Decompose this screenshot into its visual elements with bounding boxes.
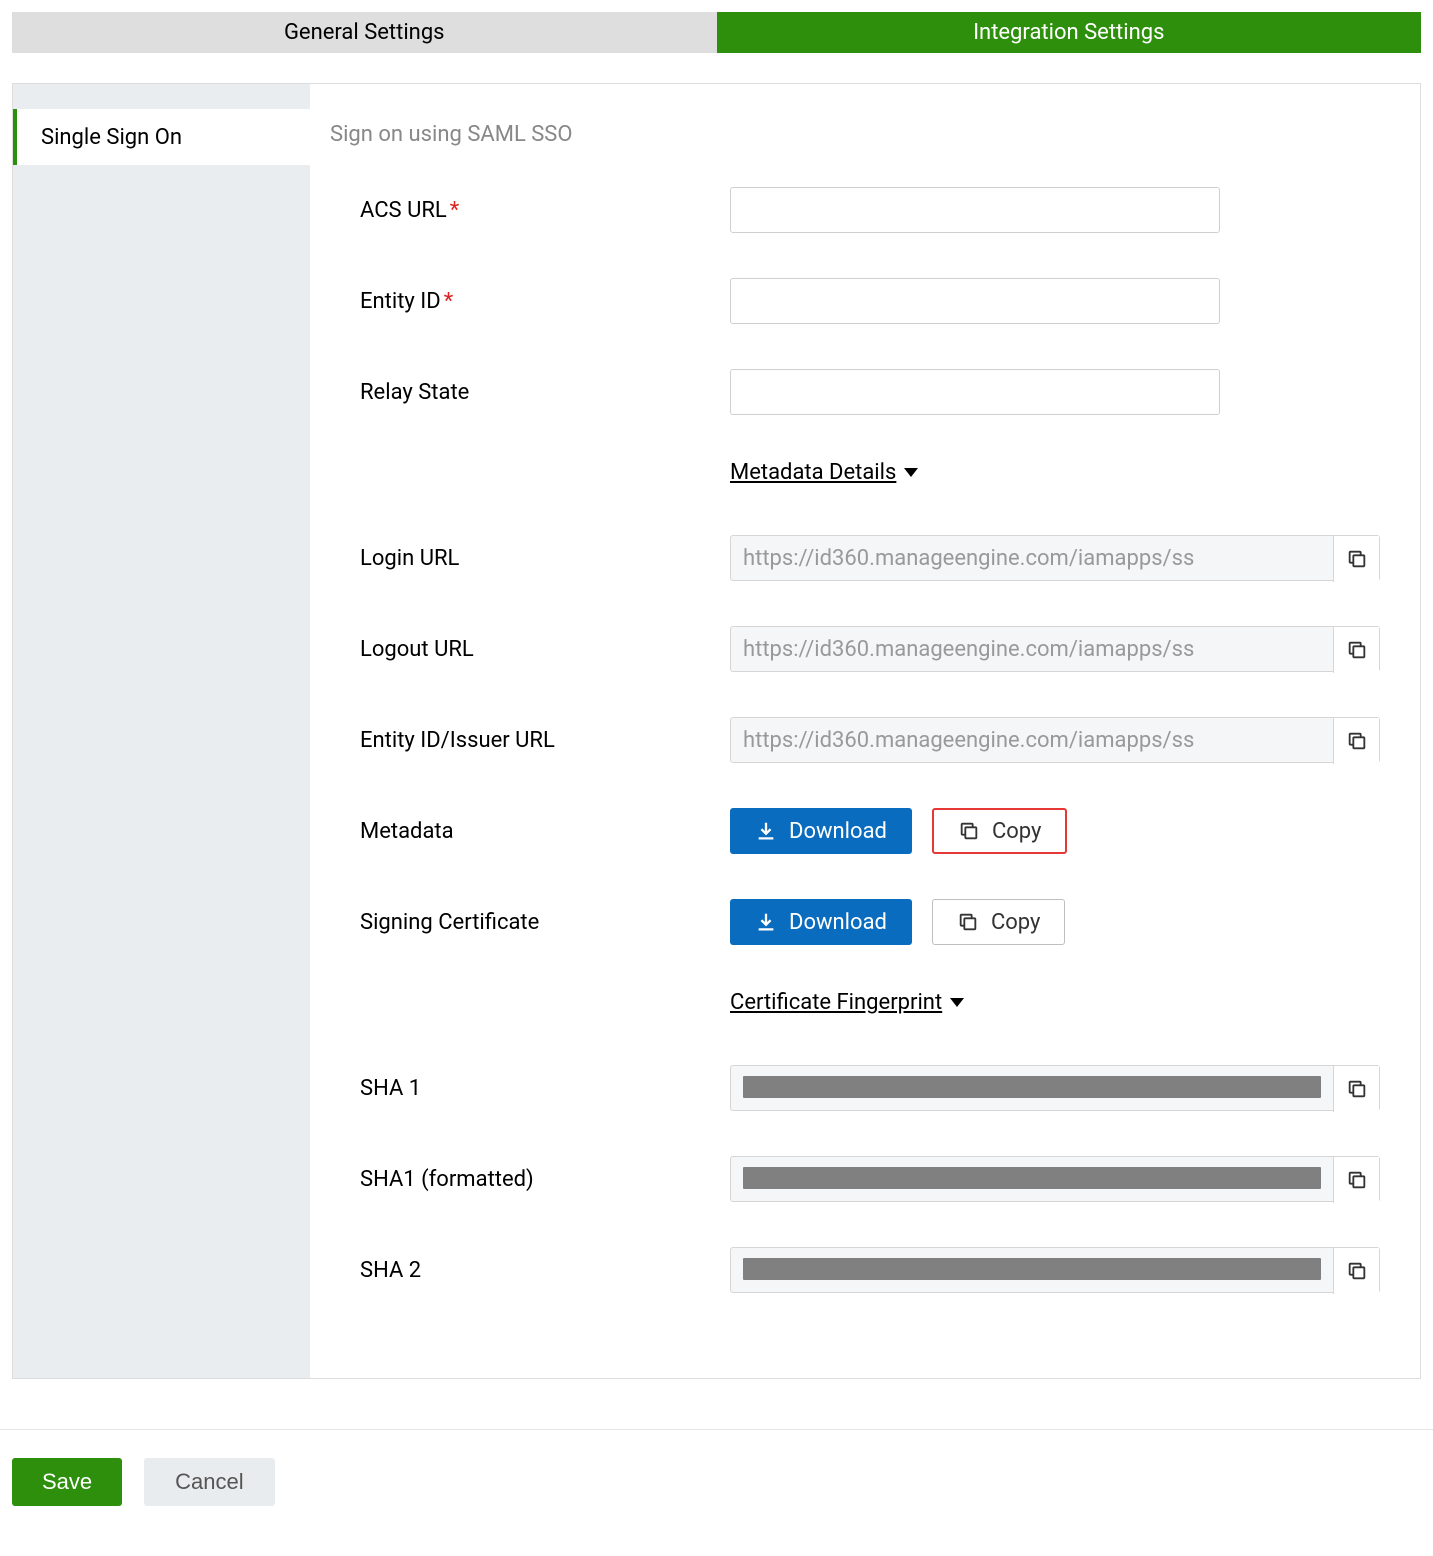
wizard-tabs: General Settings Integration Settings [12,12,1421,53]
button-label: Copy [992,819,1042,844]
label-signing-cert: Signing Certificate [360,910,730,935]
copy-logout-url[interactable] [1333,627,1379,673]
row-issuer-url: Entity ID/Issuer URL https://id360.manag… [330,717,1380,763]
section-title: Sign on using SAML SSO [330,122,1380,147]
tab-integration-settings[interactable]: Integration Settings [717,12,1422,53]
download-icon [755,820,777,842]
button-label: Download [789,910,887,935]
input-acs-url[interactable] [730,187,1220,233]
copy-sha1[interactable] [1333,1066,1379,1112]
copy-icon [1346,1078,1368,1100]
value-logout-url: https://id360.manageengine.com/iamapps/s… [731,627,1333,671]
copy-login-url[interactable] [1333,536,1379,582]
readonly-sha2 [730,1247,1380,1293]
copy-icon [1346,1169,1368,1191]
row-sha1: SHA 1 [330,1065,1380,1111]
chevron-down-icon [950,998,964,1007]
redacted-value [743,1076,1321,1098]
redacted-value [743,1258,1321,1280]
label-issuer-url: Entity ID/Issuer URL [360,728,730,753]
row-sha1-formatted: SHA1 (formatted) [330,1156,1380,1202]
readonly-sha1-formatted [730,1156,1380,1202]
settings-panel: Single Sign On Sign on using SAML SSO AC… [12,83,1421,1379]
sidebar-item-sso[interactable]: Single Sign On [13,109,310,165]
download-icon [755,911,777,933]
sidebar-item-label: Single Sign On [41,125,182,150]
copy-sha2[interactable] [1333,1248,1379,1294]
input-relay-state[interactable] [730,369,1220,415]
chevron-down-icon [904,468,918,477]
label-entity-id: Entity ID* [360,289,730,314]
label-login-url: Login URL [360,546,730,571]
tab-arrow-icon [697,12,717,52]
row-entity-id: Entity ID* [330,278,1380,324]
copy-icon [1346,639,1368,661]
footer-actions: Save Cancel [0,1429,1433,1556]
cancel-button[interactable]: Cancel [144,1458,274,1506]
readonly-sha1 [730,1065,1380,1111]
button-label: Download [789,819,887,844]
readonly-login-url: https://id360.manageengine.com/iamapps/s… [730,535,1380,581]
readonly-issuer-url: https://id360.manageengine.com/iamapps/s… [730,717,1380,763]
copy-icon [958,820,980,842]
download-cert-button[interactable]: Download [730,899,912,945]
value-login-url: https://id360.manageengine.com/iamapps/s… [731,536,1333,580]
label-relay-state: Relay State [360,380,730,405]
label-sha2: SHA 2 [360,1258,730,1283]
copy-icon [1346,1260,1368,1282]
save-button[interactable]: Save [12,1458,122,1506]
row-metadata: Metadata Download Copy [330,808,1380,854]
collapse-cert-fingerprint[interactable]: Certificate Fingerprint [730,990,1380,1015]
redacted-value [743,1167,1321,1189]
label-sha1: SHA 1 [360,1076,730,1101]
row-relay-state: Relay State [330,369,1380,415]
label-sha1-formatted: SHA1 (formatted) [360,1167,730,1192]
copy-issuer-url[interactable] [1333,718,1379,764]
label-logout-url: Logout URL [360,637,730,662]
row-signing-cert: Signing Certificate Download Copy [330,899,1380,945]
tab-label: General Settings [284,20,445,45]
copy-icon [1346,730,1368,752]
sidebar: Single Sign On [13,84,310,1378]
tab-label: Integration Settings [973,20,1164,45]
collapse-metadata-details[interactable]: Metadata Details [730,460,1380,485]
button-label: Copy [991,910,1041,935]
copy-icon [1346,548,1368,570]
collapse-label: Metadata Details [730,460,896,485]
row-logout-url: Logout URL https://id360.manageengine.co… [330,626,1380,672]
row-acs-url: ACS URL* [330,187,1380,233]
download-metadata-button[interactable]: Download [730,808,912,854]
value-issuer-url: https://id360.manageengine.com/iamapps/s… [731,718,1333,762]
input-entity-id[interactable] [730,278,1220,324]
copy-metadata-button[interactable]: Copy [932,808,1068,854]
content-area: Sign on using SAML SSO ACS URL* Entity I… [310,84,1420,1378]
readonly-logout-url: https://id360.manageengine.com/iamapps/s… [730,626,1380,672]
copy-sha1-formatted[interactable] [1333,1157,1379,1203]
label-acs-url: ACS URL* [360,198,730,223]
copy-cert-button[interactable]: Copy [932,899,1066,945]
collapse-label: Certificate Fingerprint [730,990,942,1015]
tab-general-settings[interactable]: General Settings [12,12,717,53]
row-sha2: SHA 2 [330,1247,1380,1293]
copy-icon [957,911,979,933]
label-metadata: Metadata [360,819,730,844]
row-login-url: Login URL https://id360.manageengine.com… [330,535,1380,581]
